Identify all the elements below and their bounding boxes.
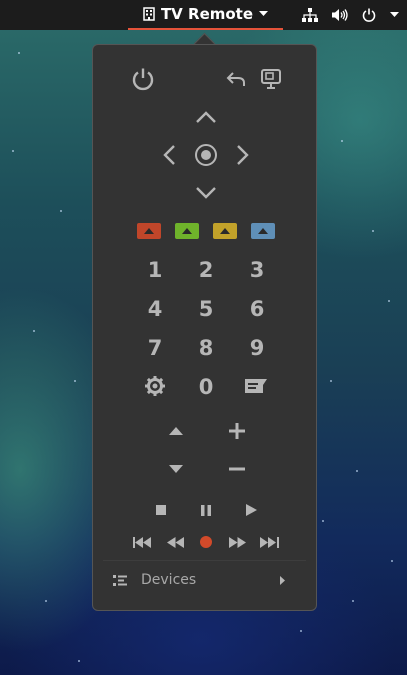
- play-button[interactable]: [241, 500, 261, 520]
- skip-next-button[interactable]: [257, 532, 281, 552]
- volume-icon[interactable]: [332, 8, 348, 22]
- back-icon: [226, 71, 246, 87]
- volume-down-button[interactable]: [225, 457, 249, 481]
- subtitles-button[interactable]: [242, 373, 270, 399]
- remote-popover: 1 2 3 4 5 6 7 8 9 0 Devices: [92, 44, 317, 611]
- triangle-up-icon: [258, 228, 268, 234]
- record-icon: [200, 536, 212, 548]
- devices-submenu[interactable]: Devices: [113, 565, 293, 595]
- building-grid-icon: [143, 7, 155, 21]
- number-button-1[interactable]: 1: [138, 255, 172, 285]
- play-icon: [245, 504, 257, 516]
- plus-icon: [228, 422, 246, 440]
- number-button-5[interactable]: 5: [189, 294, 223, 324]
- dpad-down-button[interactable]: [193, 183, 219, 203]
- app-title: TV Remote: [160, 5, 254, 23]
- dpad-right-button[interactable]: [233, 143, 253, 167]
- triangle-up-icon: [220, 228, 230, 234]
- tv-power-button[interactable]: [129, 65, 157, 93]
- channel-down-button[interactable]: [165, 459, 187, 479]
- number-button-9[interactable]: 9: [240, 333, 274, 363]
- pause-button[interactable]: [196, 500, 216, 520]
- minus-icon: [228, 467, 246, 471]
- pause-icon: [201, 504, 211, 516]
- red-button[interactable]: [137, 223, 161, 239]
- network-icon[interactable]: [302, 8, 318, 22]
- triangle-up-icon: [144, 228, 154, 234]
- power-icon[interactable]: [362, 8, 376, 22]
- devices-expand-arrow[interactable]: [275, 573, 289, 587]
- fast-forward-button[interactable]: [225, 532, 249, 552]
- settings-button[interactable]: [142, 373, 168, 399]
- source-input-icon: [260, 68, 282, 90]
- app-menu-button[interactable]: TV Remote: [128, 0, 283, 30]
- devices-label: Devices: [141, 572, 197, 588]
- triangle-down-icon: [169, 465, 183, 473]
- skip-previous-button[interactable]: [130, 532, 154, 552]
- stop-icon: [156, 505, 166, 515]
- chevron-down-icon: [259, 11, 269, 17]
- system-tray: [302, 0, 399, 30]
- triangle-up-icon: [169, 427, 183, 435]
- skip-previous-icon: [132, 536, 152, 548]
- rewind-icon: [166, 536, 184, 548]
- gear-icon: [144, 375, 166, 397]
- power-icon: [131, 67, 155, 91]
- ok-circle-icon: [194, 143, 218, 167]
- list-icon: [113, 574, 127, 586]
- back-button[interactable]: [223, 67, 249, 91]
- rewind-button[interactable]: [163, 532, 187, 552]
- dpad-up-button[interactable]: [193, 107, 219, 127]
- number-button-6[interactable]: 6: [240, 294, 274, 324]
- number-button-4[interactable]: 4: [138, 294, 172, 324]
- number-button-2[interactable]: 2: [189, 255, 223, 285]
- source-input-button[interactable]: [257, 66, 285, 92]
- green-button[interactable]: [175, 223, 199, 239]
- triangle-up-icon: [182, 228, 192, 234]
- chevron-right-icon: [237, 144, 249, 166]
- stop-button[interactable]: [151, 500, 171, 520]
- fast-forward-icon: [228, 536, 246, 548]
- number-button-3[interactable]: 3: [240, 255, 274, 285]
- number-button-7[interactable]: 7: [138, 333, 172, 363]
- chevron-left-icon: [163, 144, 175, 166]
- dpad-left-button[interactable]: [159, 143, 179, 167]
- top-panel: TV Remote: [0, 0, 407, 30]
- skip-next-icon: [259, 536, 279, 548]
- separator: [103, 560, 306, 561]
- chevron-down-icon[interactable]: [390, 12, 399, 18]
- chevron-up-icon: [195, 111, 217, 123]
- volume-up-button[interactable]: [225, 419, 249, 443]
- chevron-right-icon: [279, 575, 285, 585]
- record-button[interactable]: [196, 532, 216, 552]
- dpad-ok-button[interactable]: [193, 143, 219, 167]
- number-button-0[interactable]: 0: [189, 372, 223, 402]
- chevron-down-icon: [195, 187, 217, 199]
- subtitles-icon: [243, 377, 269, 395]
- number-button-8[interactable]: 8: [189, 333, 223, 363]
- blue-button[interactable]: [251, 223, 275, 239]
- yellow-button[interactable]: [213, 223, 237, 239]
- channel-up-button[interactable]: [165, 421, 187, 441]
